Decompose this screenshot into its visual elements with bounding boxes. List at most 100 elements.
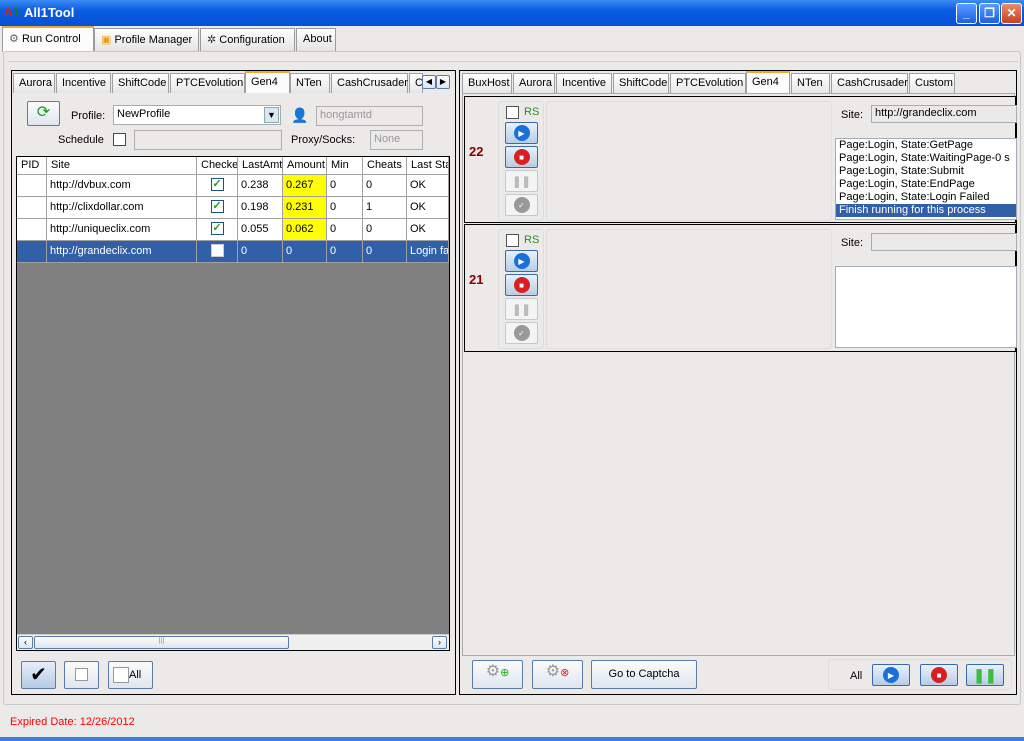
user-icon: 👤 [291, 107, 309, 123]
left-tab-incentive[interactable]: Incentive [56, 73, 111, 93]
right-tab-cashcrusader[interactable]: CashCrusader [831, 73, 908, 93]
tab-run-control[interactable]: ⚙ Run Control [2, 26, 94, 52]
left-tab-cashcrusader[interactable]: CashCrusader [331, 73, 408, 93]
site-field[interactable]: http://grandeclix.com [871, 105, 1017, 123]
grid-header: PID Site Checked LastAmt Amount Min Chea… [17, 157, 449, 175]
rs-checkbox[interactable] [506, 106, 519, 119]
cell-checked[interactable]: ✓ [197, 197, 238, 218]
tab-scroll-left[interactable]: ◀ [422, 75, 436, 89]
minimize-button[interactable]: _ [956, 3, 977, 24]
tab-label: About [303, 33, 332, 45]
col-checked[interactable]: Checked [197, 157, 238, 174]
left-tab-nten[interactable]: NTen [290, 73, 330, 93]
right-tab-buxhost[interactable]: BuxHost [462, 73, 512, 93]
col-last-status[interactable]: Last Status [407, 157, 449, 174]
scroll-thumb[interactable]: ||| [34, 636, 289, 649]
left-tab-gen4[interactable]: Gen4 [245, 71, 290, 93]
tab-profile-manager[interactable]: ▣ Profile Manager [94, 28, 199, 51]
profile-select[interactable]: NewProfile ▼ [113, 105, 281, 125]
left-tab-shiftcode[interactable]: ShiftCode [112, 73, 169, 93]
remove-process-button[interactable]: ⚙⊗ [532, 660, 583, 689]
rs-label: RS [524, 234, 540, 246]
gear-remove-icon: ⚙⊗ [545, 663, 570, 680]
title-bar: A1 All1Tool _ ❐ ✕ [0, 0, 1024, 26]
start-button[interactable]: ▶ [505, 250, 538, 272]
done-button[interactable]: ✓ [505, 194, 538, 216]
cell-checked[interactable]: ✓ [197, 175, 238, 196]
rs-checkbox[interactable] [506, 234, 519, 247]
bottom-border [0, 737, 1024, 741]
col-lastamt[interactable]: LastAmt [238, 157, 283, 174]
horizontal-scrollbar[interactable]: ‹ ||| › [17, 634, 449, 650]
start-button[interactable]: ▶ [505, 122, 538, 144]
cell-checked[interactable]: ✓ [197, 219, 238, 240]
stop-button[interactable]: ■ [505, 274, 538, 296]
cell-site: http://dvbux.com [47, 175, 197, 196]
chevron-down-icon[interactable]: ▼ [264, 107, 279, 123]
table-row[interactable]: http://clixdollar.com ✓ 0.198 0.231 0 1 OK [17, 197, 449, 219]
right-tab-aurora[interactable]: Aurora [513, 73, 555, 93]
right-tab-nten[interactable]: NTen [791, 73, 830, 93]
tab-configuration[interactable]: ✲ Configuration [200, 28, 295, 51]
col-pid[interactable]: PID [17, 157, 47, 174]
stop-button[interactable]: ■ [505, 146, 538, 168]
tab-scroll-right[interactable]: ▶ [436, 75, 450, 89]
scroll-right-button[interactable]: › [432, 636, 447, 649]
right-tab-shiftcode[interactable]: ShiftCode [613, 73, 669, 93]
process-box: 22 RS ▶ ■ ❚❚ ✓ Site: http://grandeclix.c… [464, 96, 1017, 223]
cell-lastamt: 0.055 [238, 219, 283, 240]
uncheck-all-button[interactable] [64, 661, 99, 689]
process-log[interactable] [835, 266, 1017, 348]
toggle-all-button[interactable]: All [108, 661, 153, 689]
divider [8, 61, 1018, 62]
right-tab-custom[interactable]: Custom [909, 73, 955, 93]
start-all-button[interactable]: ▶ [872, 664, 910, 686]
left-tab-aurora[interactable]: Aurora [13, 73, 55, 93]
col-cheats[interactable]: Cheats [363, 157, 407, 174]
log-entry: Page:Login, State:WaitingPage-0 s [839, 152, 1010, 164]
add-process-button[interactable]: ⚙⊕ [472, 660, 523, 689]
cell-amount: 0.267 [283, 175, 327, 196]
scroll-left-button[interactable]: ‹ [18, 636, 33, 649]
maximize-button[interactable]: ❐ [979, 3, 1000, 24]
process-id: 21 [469, 272, 484, 287]
proxy-field[interactable]: None [370, 130, 423, 150]
close-button[interactable]: ✕ [1001, 3, 1022, 24]
refresh-icon: ⟳ [36, 104, 51, 121]
cell-status: Login failed [407, 241, 449, 262]
left-tab-custom[interactable]: C [409, 73, 423, 93]
tab-about[interactable]: About [296, 28, 336, 51]
col-amount[interactable]: Amount [283, 157, 327, 174]
row-checkbox[interactable]: ✓ [210, 178, 224, 191]
pause-button[interactable]: ❚❚ [505, 298, 538, 320]
site-field[interactable] [871, 233, 1017, 251]
schedule-checkbox[interactable] [113, 133, 126, 146]
pause-all-button[interactable]: ❚❚ [966, 664, 1004, 686]
schedule-field[interactable] [134, 130, 282, 150]
cell-site: http://uniqueclix.com [47, 219, 197, 240]
row-checkbox[interactable] [210, 244, 224, 257]
username-field[interactable]: hongtamtd [316, 106, 423, 126]
process-log[interactable]: Page:Login, State:GetPage Page:Login, Sta… [835, 138, 1017, 220]
col-site[interactable]: Site [47, 157, 197, 174]
table-row[interactable]: http://grandeclix.com0000Login failed [17, 241, 449, 263]
table-row[interactable]: http://uniqueclix.com ✓ 0.055 0.062 0 0 OK [17, 219, 449, 241]
table-row[interactable]: http://dvbux.com ✓ 0.238 0.267 0 0 OK [17, 175, 449, 197]
check-all-button[interactable]: ✔ [21, 661, 56, 689]
go-to-captcha-button[interactable]: Go to Captcha [591, 660, 697, 689]
row-checkbox[interactable]: ✓ [210, 200, 224, 213]
left-tab-ptcevolution[interactable]: PTCEvolution [170, 73, 245, 93]
process-id: 22 [469, 144, 484, 159]
pause-button[interactable]: ❚❚ [505, 170, 538, 192]
window-title: All1Tool [24, 5, 75, 20]
right-tab-gen4[interactable]: Gen4 [746, 71, 790, 93]
cell-checked[interactable] [197, 241, 238, 262]
done-button[interactable]: ✓ [505, 322, 538, 344]
check-icon: ✓ [513, 197, 530, 213]
right-tab-ptcevolution[interactable]: PTCEvolution [670, 73, 746, 93]
col-min[interactable]: Min [327, 157, 363, 174]
right-tab-incentive[interactable]: Incentive [556, 73, 612, 93]
refresh-button[interactable]: ⟳ [27, 101, 60, 126]
stop-all-button[interactable]: ■ [920, 664, 958, 686]
row-checkbox[interactable]: ✓ [210, 222, 224, 235]
